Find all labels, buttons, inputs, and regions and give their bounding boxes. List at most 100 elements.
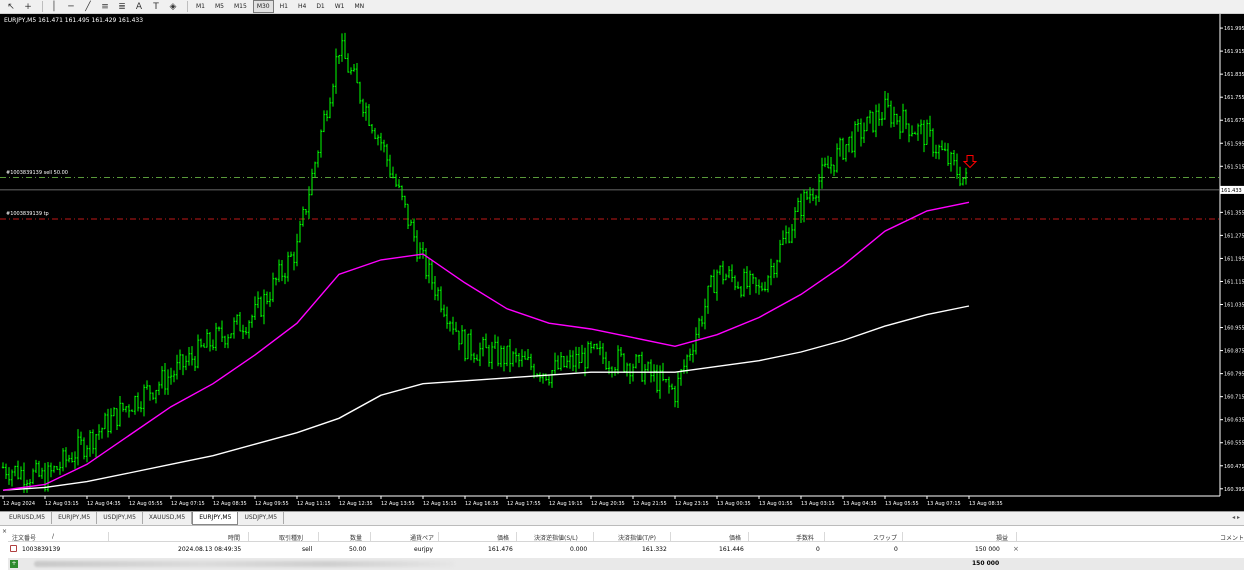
timeframe-d1-button[interactable]: D1 — [312, 0, 328, 13]
order-open-price: 161.476 — [488, 546, 513, 553]
terminal-panel: × 注文番号 / 時間 取引種別 数量 通貨ペア 価格 決済逆指値(S/L) 決… — [0, 525, 1244, 585]
current-price-label: 161.433 — [1221, 188, 1242, 194]
tab-usdjpy-m5[interactable]: USDJPY,M5 — [97, 512, 143, 524]
col-commission[interactable]: 手数料 — [796, 533, 814, 542]
col-price[interactable]: 価格 — [729, 533, 741, 542]
col-type[interactable]: 取引種別 — [279, 533, 303, 542]
order-time: 2024.08.13 08:49:35 — [178, 546, 242, 553]
price-tick-label: 161.995 — [1224, 26, 1244, 32]
timeframe-mn-button[interactable]: MN — [351, 0, 369, 13]
timeframe-h4-button[interactable]: H4 — [294, 0, 310, 13]
order-symbol: eurjpy — [414, 546, 433, 553]
price-tick-label: 160.875 — [1224, 349, 1244, 355]
toolbar: ↖ + │ ─ ╱ ≡ ≣ A T ◈ M1 M5 M15 M30 H1 H4 … — [0, 0, 1244, 14]
price-tick-label: 161.915 — [1224, 49, 1244, 55]
col-open-price[interactable]: 価格 — [497, 533, 509, 542]
column-divider — [748, 532, 749, 541]
tp-line-label: #1003839139 tp — [6, 210, 49, 217]
timeframe-m15-button[interactable]: M15 — [230, 0, 251, 13]
trendline-icon[interactable]: ╱ — [81, 1, 95, 13]
price-tick-label: 161.275 — [1224, 233, 1244, 239]
table-row[interactable]: 1003839139 2024.08.13 08:49:35 sell 50.0… — [8, 544, 1244, 555]
tab-usdjpy-m5-2[interactable]: USDJPY,M5 — [238, 512, 285, 524]
mt4-window: ↖ + │ ─ ╱ ≡ ≣ A T ◈ M1 M5 M15 M30 H1 H4 … — [0, 0, 1244, 585]
timeframe-w1-button[interactable]: W1 — [331, 0, 349, 13]
price-tick-label: 161.355 — [1224, 210, 1244, 216]
col-profit[interactable]: 損益 — [996, 533, 1008, 542]
tab-scroll-arrows[interactable]: ◂ ▸ — [1232, 514, 1240, 521]
text-icon[interactable]: A — [132, 1, 146, 13]
column-divider — [438, 532, 439, 541]
time-tick-label: 12 Aug 08:35 — [213, 501, 247, 507]
time-tick-label: 12 Aug 17:55 — [507, 501, 541, 507]
toolbar-separator — [187, 1, 188, 12]
time-tick-label: 13 Aug 08:35 — [969, 501, 1003, 507]
time-tick-label: 13 Aug 03:15 — [801, 501, 835, 507]
timeframe-m5-button[interactable]: M5 — [211, 0, 228, 13]
label-icon[interactable]: T — [149, 1, 163, 13]
price-tick-label: 161.595 — [1224, 141, 1244, 147]
cursor-icon[interactable]: ↖ — [4, 1, 18, 13]
col-order[interactable]: 注文番号 — [12, 533, 36, 542]
time-tick-label: 12 Aug 04:35 — [87, 501, 121, 507]
balance-summary-row: + 150 000 — [8, 558, 1244, 570]
column-divider — [370, 532, 371, 541]
order-number: 1003839139 — [22, 546, 61, 553]
price-tick-label: 161.835 — [1224, 72, 1244, 78]
col-symbol[interactable]: 通貨ペア — [410, 533, 434, 542]
price-tick-label: 160.555 — [1224, 441, 1244, 447]
price-tick-label: 161.515 — [1224, 164, 1244, 170]
order-price: 161.446 — [719, 546, 744, 553]
close-order-icon[interactable]: × — [1013, 545, 1019, 553]
col-volume[interactable]: 数量 — [350, 533, 362, 542]
horizontal-line-icon[interactable]: ─ — [64, 1, 78, 13]
time-tick-label: 12 Aug 05:55 — [129, 501, 163, 507]
timeframe-m1-button[interactable]: M1 — [192, 0, 209, 13]
price-tick-label: 160.795 — [1224, 372, 1244, 378]
timeframe-m30-button[interactable]: M30 — [252, 0, 274, 13]
time-tick-label: 12 Aug 15:15 — [423, 501, 457, 507]
column-divider — [902, 532, 903, 541]
channel-icon[interactable]: ≡ — [98, 1, 112, 13]
vertical-line-icon[interactable]: │ — [47, 1, 61, 13]
column-divider — [1016, 532, 1017, 541]
chart-canvas[interactable]: 161.995 161.915 161.835 161.755 161.675 161.5… — [0, 14, 1244, 511]
price-tick-label: 161.115 — [1224, 279, 1244, 285]
column-divider — [108, 532, 109, 541]
order-swap: 0 — [894, 546, 898, 553]
price-tick-label: 161.195 — [1224, 256, 1244, 262]
redacted-balance-info — [34, 561, 454, 567]
column-divider — [670, 532, 671, 541]
total-profit: 150 000 — [972, 560, 1000, 567]
shapes-icon[interactable]: ◈ — [166, 1, 180, 13]
timeframe-h1-button[interactable]: H1 — [276, 0, 292, 13]
tab-xauusd-m5[interactable]: XAUUSD,M5 — [143, 512, 193, 524]
col-order-sort[interactable]: / — [52, 533, 54, 540]
fibonacci-icon[interactable]: ≣ — [115, 1, 129, 13]
order-volume: 50.00 — [349, 546, 367, 553]
price-chart[interactable]: 161.995 161.915 161.835 161.755 161.675 161.5… — [0, 14, 1244, 511]
price-tick-label: 160.715 — [1224, 395, 1244, 401]
time-tick-label: 13 Aug 00:35 — [717, 501, 751, 507]
time-tick-label: 12 Aug 23:15 — [675, 501, 709, 507]
col-comment[interactable]: コメント — [1220, 533, 1244, 542]
tab-eurjpy-m5-active[interactable]: EURJPY,M5 — [192, 512, 239, 525]
price-tick-label: 161.035 — [1224, 303, 1244, 309]
col-swap[interactable]: スワップ — [873, 533, 897, 542]
price-tick-label: 161.755 — [1224, 95, 1244, 101]
col-time[interactable]: 時間 — [228, 533, 240, 542]
tab-eurusd-m5[interactable]: EURUSD,M5 — [3, 512, 53, 524]
column-divider — [318, 532, 319, 541]
time-tick-label: 12 Aug 13:55 — [381, 501, 415, 507]
close-icon[interactable]: × — [2, 528, 7, 535]
price-tick-label: 160.395 — [1224, 487, 1244, 493]
col-tp[interactable]: 決済指値(T/P) — [618, 533, 656, 542]
price-tick-label: 160.955 — [1224, 326, 1244, 332]
time-tick-label: 12 Aug 19:15 — [549, 501, 583, 507]
order-profit: 150 000 — [975, 546, 1000, 553]
tab-eurjpy-m5[interactable]: EURJPY,M5 — [52, 512, 98, 524]
balance-icon: + — [10, 560, 18, 568]
sell-arrow-icon — [962, 155, 978, 169]
crosshair-icon[interactable]: + — [21, 1, 35, 13]
col-sl[interactable]: 決済逆指値(S/L) — [534, 533, 578, 542]
